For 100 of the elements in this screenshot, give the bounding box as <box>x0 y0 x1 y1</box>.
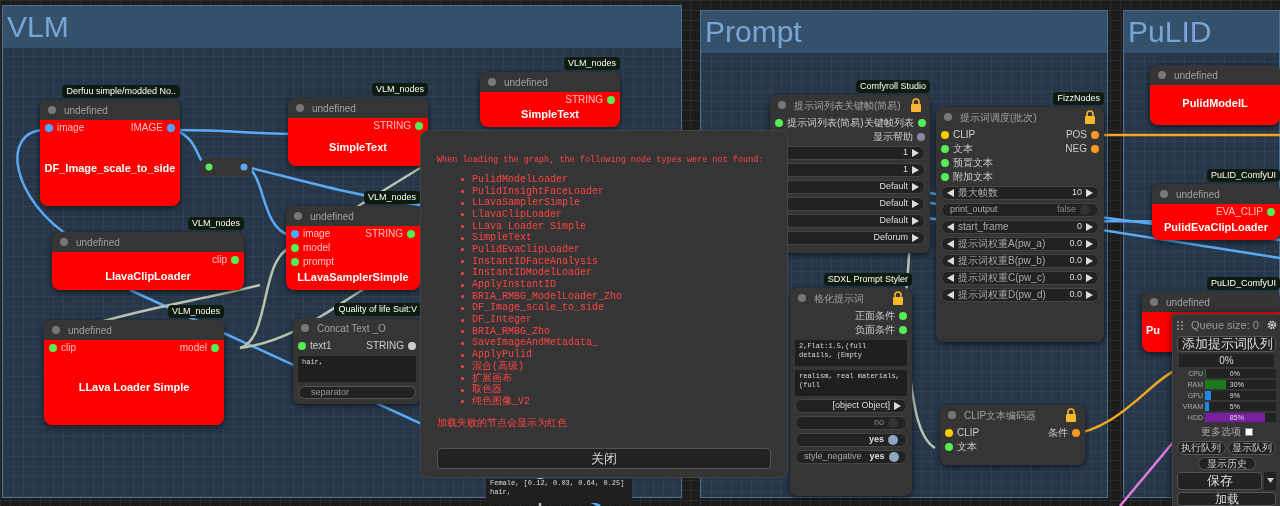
slot-label: 预置文本 <box>953 157 993 168</box>
save-button[interactable]: 保存 <box>1177 471 1262 490</box>
missing-node-type: ApplyPulid <box>472 350 532 361</box>
output-slot-icon[interactable] <box>917 118 926 127</box>
widget-value: 0 <box>1077 220 1082 234</box>
output-slot-icon[interactable] <box>899 325 907 334</box>
output-slot-icon[interactable] <box>1072 428 1080 437</box>
bullet-icon <box>461 377 464 381</box>
node-header[interactable]: Concat Text _O <box>293 318 421 338</box>
history-button[interactable]: 显示历史 <box>1197 457 1256 470</box>
arrow-left-icon <box>947 274 954 282</box>
node-header[interactable]: undefined <box>52 232 244 252</box>
slot-label: STRING <box>366 340 404 351</box>
node-header[interactable]: 格化提示词 <box>790 288 912 308</box>
node-header[interactable]: undefined <box>1152 184 1280 204</box>
group-title: Prompt <box>705 17 802 47</box>
node-header[interactable]: undefined <box>286 206 420 226</box>
dialog-note: 加载失败的节点会显示为红色 <box>437 416 568 431</box>
input-slot-icon[interactable] <box>45 123 53 132</box>
node-type-name: PulidModelL <box>1182 95 1248 111</box>
node-header[interactable]: 提示词列表关键帧(简易) <box>770 95 930 115</box>
bullet-icon <box>461 400 464 404</box>
input-slot-icon[interactable] <box>291 243 299 252</box>
node-header[interactable]: 提示词调度(批次) <box>936 107 1104 127</box>
missing-node-type: 混合(高级) <box>472 361 524 372</box>
widget-value: Default <box>879 180 908 194</box>
input-slot-icon[interactable] <box>291 229 299 238</box>
slot-label: 提示词列表(简易) <box>787 117 864 128</box>
group-title: PuLID <box>1128 17 1212 47</box>
input-slot-icon[interactable] <box>945 442 953 451</box>
input-slot-icon[interactable] <box>941 130 949 139</box>
slot-label: 正面条件 <box>855 310 895 321</box>
dropdown-button[interactable] <box>1264 471 1276 490</box>
toggle-knob[interactable] <box>888 418 898 428</box>
lock-icon <box>892 291 904 305</box>
node-header[interactable]: undefined <box>40 100 180 120</box>
input-slot-icon[interactable] <box>941 172 949 181</box>
toggle-widget[interactable]: style_negative yes <box>795 450 907 464</box>
node-type-name: LLavaSamplerSimple <box>297 269 409 285</box>
widget-label: 提示词权重A(pw_a) <box>958 239 1046 249</box>
node-title: undefined <box>312 101 357 116</box>
load-button[interactable]: 加载 <box>1177 491 1276 506</box>
input-slot-icon[interactable] <box>49 343 57 352</box>
missing-node-type: 纯色图像_V2 <box>472 396 530 407</box>
node-header[interactable]: undefined <box>1142 292 1280 312</box>
value-widget[interactable]: 提示词权重D(pw_d) 0.0 <box>941 288 1099 302</box>
arrow-right-icon <box>912 217 919 225</box>
progress-value: 0% <box>1219 354 1234 369</box>
missing-node-type: LLava Loader Simple <box>472 221 587 232</box>
output-slot-icon[interactable] <box>1091 130 1099 139</box>
input-slot-icon[interactable] <box>945 428 953 437</box>
value-widget[interactable]: 最大帧数 10 <box>941 186 1099 200</box>
input-slot-icon[interactable] <box>941 158 949 167</box>
input-slot-icon[interactable] <box>291 257 299 266</box>
value-widget[interactable]: 提示词权重C(pw_c) 0.0 <box>941 271 1099 285</box>
queue-action-button[interactable]: 显示队列 <box>1227 441 1276 456</box>
node-badge: PuLID_ComfyUI <box>1206 169 1280 182</box>
missing-node-type: 取色器 <box>472 385 502 396</box>
text-field[interactable]: separator <box>298 386 416 399</box>
input-slot-icon[interactable] <box>775 118 783 127</box>
toggle-widget[interactable]: print_output false <box>941 203 1099 217</box>
toggle-knob[interactable] <box>1080 205 1090 215</box>
widget-value: Deforum <box>873 231 908 245</box>
node-header[interactable]: undefined <box>480 72 620 92</box>
node-card[interactable]: CLIP文本编码器 CLIP 条件 文本 <box>940 405 1085 465</box>
node-title: 提示词列表关键帧(简易) <box>794 98 902 113</box>
output-slot-icon[interactable] <box>408 341 416 350</box>
output-slot-icon[interactable] <box>917 132 925 141</box>
node-header[interactable]: CLIP文本编码器 <box>940 405 1085 425</box>
group-title: VLM <box>7 12 69 42</box>
toggle-widget[interactable]: yes <box>795 433 907 447</box>
node-badge: VLM_nodes <box>363 191 420 204</box>
value-widget[interactable]: [object Object] <box>795 399 907 413</box>
toggle-widget[interactable]: no <box>795 416 907 430</box>
node-title: undefined <box>1166 295 1211 310</box>
value-widget[interactable]: start_frame 0 <box>941 220 1099 234</box>
slot-label: clip <box>212 254 227 265</box>
node-card[interactable]: undefined PulidModelL <box>1150 65 1280 125</box>
input-slot-icon[interactable] <box>941 144 949 153</box>
arrow-right-icon <box>1086 291 1093 299</box>
settings-icon <box>1266 320 1277 331</box>
input-slot-icon[interactable] <box>298 341 306 350</box>
queue-action-button[interactable]: 执行队列 <box>1177 441 1226 456</box>
arrow-right-icon <box>912 149 919 157</box>
node-header[interactable]: undefined <box>288 98 428 118</box>
close-button[interactable]: 关闭 <box>437 448 771 469</box>
value-widget[interactable]: 提示词权重B(pw_b) 0.0 <box>941 254 1099 268</box>
reroute-node[interactable] <box>200 158 252 176</box>
output-slot-icon[interactable] <box>899 311 907 320</box>
output-slot-icon[interactable] <box>1091 144 1099 153</box>
more-options-checkbox[interactable] <box>1244 427 1253 436</box>
value-widget[interactable]: 提示词权重A(pw_a) 0.0 <box>941 237 1099 251</box>
node-header[interactable]: undefined <box>44 320 224 340</box>
toggle-knob[interactable] <box>888 435 898 445</box>
missing-node-type: LlavaClipLoader <box>472 209 562 220</box>
toggle-knob[interactable] <box>888 452 899 462</box>
queue-prompt-button[interactable]: 添加提示词队列 <box>1177 335 1276 353</box>
node-title: undefined <box>68 323 113 338</box>
node-title: undefined <box>64 103 109 118</box>
node-header[interactable]: undefined <box>1150 65 1280 85</box>
